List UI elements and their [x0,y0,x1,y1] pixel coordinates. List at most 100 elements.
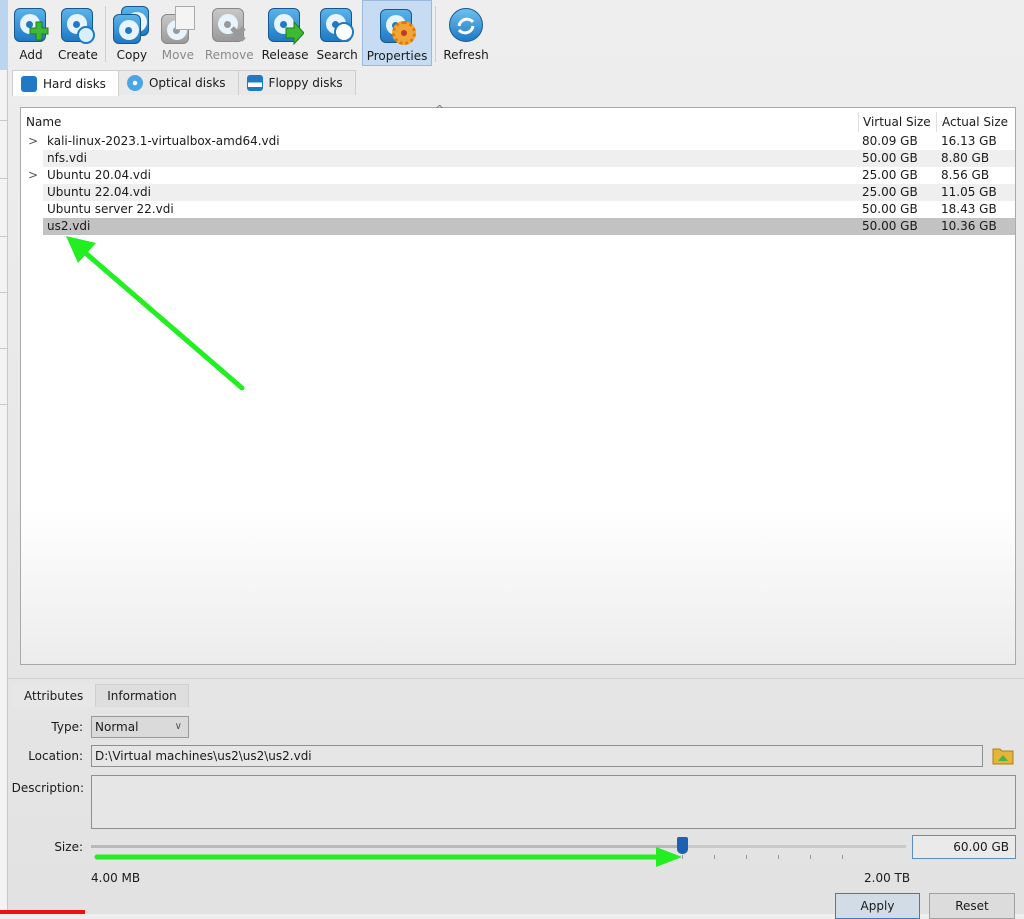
refresh-button[interactable]: Refresh [439,0,492,66]
type-label: Type: [51,720,83,734]
panel-divider[interactable] [8,678,1024,679]
tab-label: Floppy disks [268,76,343,90]
column-header-name[interactable]: Name [26,112,61,132]
move-label: Move [161,48,194,62]
copy-label: Copy [116,48,148,62]
virtual-size: 50.00 GB [862,151,918,165]
expand-chevron-icon[interactable]: > [28,133,38,150]
properties-gear-icon [378,7,417,47]
type-value: Normal [95,720,139,734]
tab-label: Optical disks [148,76,226,90]
tab-label: Hard disks [43,76,106,91]
column-header-virtual-size[interactable]: Virtual Size [863,112,931,132]
disk-name: us2.vdi [47,219,91,233]
virtual-size: 50.00 GB [862,219,918,233]
toolbar-separator [104,6,106,62]
toolbar: Add Create Copy Move Remove Release Sear… [8,0,493,70]
disk-name: Ubuntu 20.04.vdi [47,168,151,182]
size-field[interactable]: 60.00 GB [912,835,1016,859]
refresh-label: Refresh [443,48,489,62]
release-label: Release [261,48,309,62]
hard-disk-icon [21,75,37,92]
size-slider-tick [745,855,747,859]
copy-disk-icon [112,6,151,46]
search-label: Search [316,48,358,62]
properties-label: Properties [366,49,428,63]
hard-disk-list[interactable]: ^ Name Virtual Size Actual Size > kali-l… [20,103,1016,665]
left-side-panel [0,0,8,914]
actual-size: 18.43 GB [941,202,997,216]
floppy-disk-icon [246,75,263,91]
virtual-size: 25.00 GB [862,168,918,182]
disk-name: nfs.vdi [47,151,87,165]
tab-attributes[interactable]: Attributes [12,684,96,707]
size-label: Size: [54,840,83,854]
size-max-label: 2.00 TB [864,871,911,885]
list-header: Name Virtual Size Actual Size [21,112,1015,132]
tab-information[interactable]: Information [95,684,189,707]
tab-optical-disks[interactable]: Optical disks [117,70,239,95]
size-slider[interactable] [91,837,906,854]
table-row-selected[interactable]: us2.vdi 50.00 GB 10.36 GB [21,218,1015,235]
disk-name: kali-linux-2023.1-virtualbox-amd64.vdi [47,134,280,148]
details-tabs: Attributes Information [12,684,189,707]
move-button[interactable]: Move [155,0,201,66]
properties-button[interactable]: Properties [361,0,433,66]
column-divider[interactable] [936,112,937,132]
create-label: Create [58,48,98,62]
remove-button[interactable]: Remove [201,0,258,66]
optical-disk-icon [126,75,143,91]
table-row[interactable]: Ubuntu 22.04.vdi 25.00 GB 11.05 GB [21,184,1015,201]
column-header-actual-size[interactable]: Actual Size [942,112,1008,132]
release-disk-icon [266,6,305,46]
add-button[interactable]: Add [8,0,54,66]
annotation-arrow-to-slider [94,847,682,867]
apply-button[interactable]: Apply [835,893,920,919]
release-button[interactable]: Release [258,0,313,66]
size-slider-tick [713,855,715,859]
size-slider-thumb[interactable] [676,837,688,854]
chevron-down-icon: ∨ [174,721,182,732]
virtual-size: 25.00 GB [862,185,918,199]
choose-location-folder-icon[interactable] [992,745,1014,765]
search-button[interactable]: Search [312,0,361,66]
copy-button[interactable]: Copy [109,0,155,66]
create-disk-icon [59,6,97,46]
left-panel-divider [0,178,8,179]
column-divider[interactable] [858,112,859,132]
tab-hard-disks[interactable]: Hard disks [12,70,119,96]
move-disk-icon [159,6,197,46]
location-field[interactable]: D:\Virtual machines\us2\us2\us2.vdi [91,745,983,767]
left-panel-divider [0,348,8,349]
description-field[interactable] [91,775,1016,829]
table-row[interactable]: > kali-linux-2023.1-virtualbox-amd64.vdi… [21,133,1015,150]
media-tabs: Hard disks Optical disks Floppy disks [12,70,356,96]
expand-chevron-icon[interactable]: > [28,167,38,184]
table-row[interactable]: nfs.vdi 50.00 GB 8.80 GB [21,150,1015,167]
create-button[interactable]: Create [54,0,102,66]
type-select[interactable]: Normal ∨ [91,716,189,738]
reset-button[interactable]: Reset [929,893,1015,919]
tab-floppy-disks[interactable]: Floppy disks [237,70,356,95]
size-slider-tick [842,855,844,859]
left-panel-divider [0,236,8,237]
table-row[interactable]: Ubuntu server 22.vdi 50.00 GB 18.43 GB [21,201,1015,218]
refresh-icon [447,6,485,46]
left-panel-divider [0,292,8,293]
add-label: Add [19,48,43,62]
size-min-label: 4.00 MB [91,871,141,885]
actual-size: 16.13 GB [941,134,997,148]
size-slider-tick [681,855,683,859]
actual-size: 8.80 GB [941,151,990,165]
size-slider-tick [809,855,811,859]
table-row[interactable]: > Ubuntu 20.04.vdi 25.00 GB 8.56 GB [21,167,1015,184]
size-slider-tick [777,855,779,859]
location-label: Location: [28,749,83,763]
toolbar-separator [435,6,437,62]
disk-name: Ubuntu 22.04.vdi [47,185,151,199]
actual-size: 11.05 GB [941,185,997,199]
left-panel-selected [0,0,8,70]
remove-disk-icon [210,6,248,46]
actual-size: 8.56 GB [941,168,990,182]
actual-size: 10.36 GB [941,219,997,233]
